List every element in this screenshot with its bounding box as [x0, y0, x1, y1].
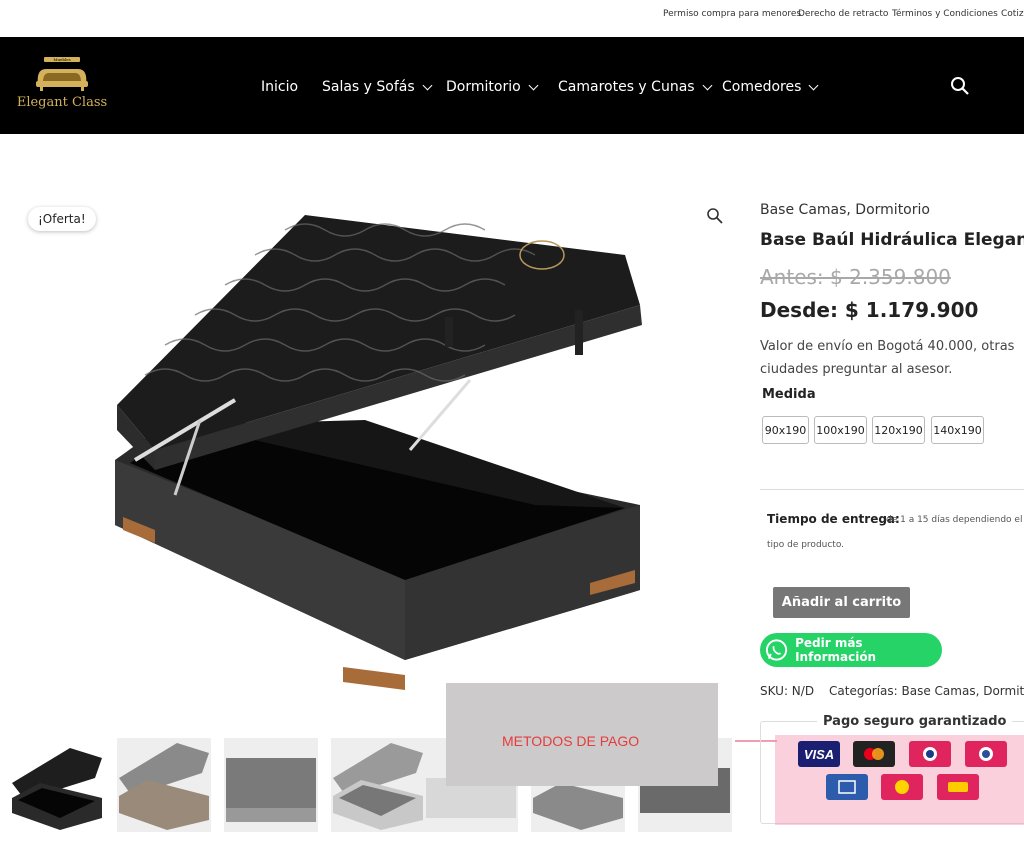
add-to-cart-button[interactable]: Añadir al carrito — [773, 587, 910, 618]
sofa-logo-icon: Muebles — [36, 57, 88, 91]
size-option-120x190[interactable]: 120x190 — [872, 416, 925, 444]
sku: SKU: N/D — [760, 684, 815, 698]
site-logo[interactable]: Muebles Elegant Class — [16, 55, 108, 117]
visa-icon: VISA — [798, 741, 840, 767]
nav-camarotes-cunas[interactable]: Camarotes y Cunas — [558, 79, 713, 95]
nav-camarotes-label: Camarotes y Cunas — [558, 79, 695, 95]
chevron-down-icon — [422, 80, 433, 90]
categories-meta[interactable]: Categorías: Base Camas, Dormitorio — [829, 684, 1024, 698]
mastercard-icon — [853, 741, 895, 767]
sale-badge: ¡Oferta! — [28, 207, 96, 231]
product-categories[interactable]: Base Camas, Dormitorio — [760, 202, 930, 218]
amex-icon — [826, 774, 868, 800]
nav-inicio[interactable]: Inicio — [261, 79, 298, 95]
delivery-time-value: de 1 a 15 días dependiendo el — [886, 515, 1023, 525]
product-main-image[interactable] — [105, 205, 650, 700]
size-label: Medida — [762, 387, 816, 402]
chevron-down-icon — [528, 80, 539, 90]
nav-dormitorio-label: Dormitorio — [446, 79, 521, 95]
chevron-down-icon — [808, 80, 819, 90]
shipping-note: Valor de envío en Bogotá 40.000, otras c… — [760, 339, 1015, 377]
search-icon[interactable] — [950, 76, 970, 96]
old-price: Antes: $ 2.359.800 — [760, 265, 951, 289]
efecty-icon — [881, 774, 923, 800]
section-divider — [760, 489, 1024, 490]
payment-methods-overlay: METODOS DE PAGO — [446, 683, 718, 786]
payment-methods-label: METODOS DE PAGO — [502, 733, 640, 749]
secure-payment-title: Pago seguro garantizado — [817, 714, 1013, 729]
chevron-down-icon — [702, 80, 713, 90]
product-thumbnail[interactable] — [10, 738, 104, 832]
product-thumbnail[interactable] — [117, 738, 211, 832]
link-derecho-retracto[interactable]: Derecho de retracto — [798, 9, 888, 19]
zoom-icon[interactable] — [706, 207, 724, 225]
delivery-time-value-cont: tipo de producto. — [767, 540, 845, 550]
current-price: Desde: $ 1.179.900 — [760, 298, 979, 322]
size-option-140x190[interactable]: 140x190 — [931, 416, 984, 444]
nav-comedores-label: Comedores — [722, 79, 802, 95]
link-terminos[interactable]: Términos y Condiciones — [892, 9, 998, 19]
link-permiso-menores[interactable]: Permiso compra para menores — [663, 9, 801, 19]
site-header: Muebles Elegant Class Inicio Salas y Sof… — [0, 37, 1024, 134]
top-utility-bar: Permiso compra para menores Derecho de r… — [0, 0, 1024, 37]
pse-icon — [909, 741, 951, 767]
diners-icon — [965, 741, 1007, 767]
svg-text:Muebles: Muebles — [53, 57, 70, 62]
size-option-90x190[interactable]: 90x190 — [762, 416, 809, 444]
product-thumbnail[interactable] — [224, 738, 318, 832]
link-cotiza[interactable]: Cotiza — [1001, 9, 1024, 19]
nav-inicio-label: Inicio — [261, 79, 299, 95]
nav-comedores[interactable]: Comedores — [722, 79, 819, 95]
logo-text: Elegant Class — [16, 95, 108, 110]
baloto-icon — [937, 774, 979, 800]
whatsapp-icon — [765, 639, 788, 661]
nav-salas-sofas[interactable]: Salas y Sofás — [322, 79, 433, 95]
nav-salas-label: Salas y Sofás — [322, 79, 415, 95]
nav-dormitorio[interactable]: Dormitorio — [446, 79, 539, 95]
product-thumbnail[interactable] — [331, 738, 425, 832]
size-option-100x190[interactable]: 100x190 — [814, 416, 867, 444]
whatsapp-info-button[interactable]: Pedir más Información — [760, 633, 942, 667]
product-title: Base Baúl Hidráulica Elegant — [760, 230, 1024, 250]
whatsapp-label: Pedir más Información — [795, 636, 877, 664]
delivery-time-label: Tiempo de entrega: — [767, 512, 900, 526]
